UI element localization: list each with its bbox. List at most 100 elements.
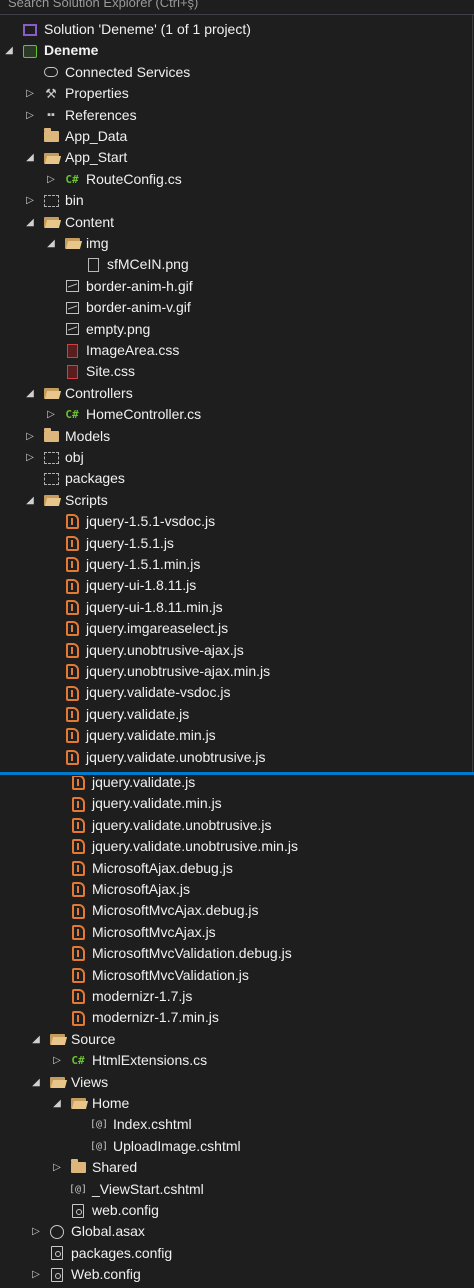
tree-item[interactable]: ◢ Scripts [0, 490, 472, 511]
tree-item-label: web.config [92, 1202, 159, 1218]
tree-item[interactable]: ◢ Deneme [0, 40, 472, 61]
collapse-arrow-icon[interactable]: ▷ [30, 1264, 42, 1285]
tree-item[interactable]: MicrosoftAjax.js [0, 879, 474, 900]
tree-item[interactable]: border-anim-v.gif [0, 297, 472, 318]
tree-item[interactable]: ◢ Source [0, 1029, 474, 1050]
tree-item-label: MicrosoftMvcAjax.debug.js [92, 902, 259, 919]
expand-arrow-icon[interactable]: ◢ [24, 383, 36, 404]
tree-item-label: jquery.validate.min.js [86, 727, 216, 744]
tree-item[interactable]: jquery.unobtrusive-ajax.min.js [0, 661, 472, 682]
cshtml-file-icon: [@] [89, 1140, 109, 1152]
tree-item[interactable]: MicrosoftMvcAjax.js [0, 922, 474, 943]
tree-item[interactable]: jquery-1.5.1.min.js [0, 554, 472, 575]
tree-item[interactable]: ◢ Home [0, 1093, 474, 1114]
tree-item[interactable]: jquery.validate.unobtrusive.min.js [0, 836, 474, 857]
collapse-arrow-icon[interactable]: ▷ [51, 1050, 63, 1071]
search-placeholder: Search Solution Explorer (Ctrl+ş) [8, 0, 199, 10]
tree-item[interactable]: ◢ Content [0, 212, 472, 233]
image-file-icon [63, 297, 81, 318]
tree-item[interactable]: MicrosoftAjax.debug.js [0, 858, 474, 879]
cshtml-file-icon: [@] [68, 1183, 88, 1195]
tree-item[interactable]: ◢ Views [0, 1072, 474, 1093]
tree-item[interactable]: jquery-ui-1.8.11.js [0, 575, 472, 596]
tree-item[interactable]: jquery-1.5.1.js [0, 533, 472, 554]
tree-item[interactable]: jquery.validate.js [0, 776, 474, 793]
tree-item[interactable]: jquery.validate.js [0, 704, 472, 725]
js-file-icon [69, 986, 87, 1007]
folder-dashed-icon [42, 190, 60, 211]
tree-item[interactable]: MicrosoftMvcValidation.js [0, 965, 474, 986]
tree-item[interactable]: jquery.validate.unobtrusive.js [0, 815, 474, 836]
tree-item[interactable]: [@] _ViewStart.cshtml [0, 1179, 474, 1200]
tree-item[interactable]: ▷ Web.config [0, 1264, 474, 1285]
tree-item[interactable]: ▷ C# RouteConfig.cs [0, 169, 472, 190]
expand-arrow-icon[interactable]: ◢ [3, 40, 15, 61]
collapse-arrow-icon[interactable]: ▷ [24, 447, 36, 468]
tree-item[interactable]: ▷ C# HtmlExtensions.cs [0, 1050, 474, 1071]
tree-item[interactable]: App_Data [0, 126, 472, 147]
expand-arrow-icon[interactable]: ◢ [24, 212, 36, 233]
tree-item[interactable]: jquery-ui-1.8.11.min.js [0, 597, 472, 618]
tree-item[interactable]: web.config [0, 1200, 474, 1221]
js-file-icon [69, 776, 87, 793]
collapse-arrow-icon[interactable]: ▷ [24, 105, 36, 126]
tree-item[interactable]: ◢ img [0, 233, 472, 254]
tree-item[interactable]: ImageArea.css [0, 340, 472, 361]
tree-item[interactable]: jquery.validate.unobtrusive.js [0, 747, 472, 768]
tree-item[interactable]: ▷ ▪▪ References [0, 105, 472, 126]
csharp-file-icon: C# [65, 172, 79, 186]
tree-item[interactable]: ▷ C# HomeController.cs [0, 404, 472, 425]
expand-arrow-icon[interactable]: ◢ [51, 1093, 63, 1114]
collapse-arrow-icon[interactable]: ▷ [51, 1157, 63, 1178]
tree-item[interactable]: jquery.imgareaselect.js [0, 618, 472, 639]
collapse-arrow-icon[interactable]: ▷ [45, 404, 57, 425]
search-box[interactable]: Search Solution Explorer (Ctrl+ş) [0, 0, 474, 15]
tree-item[interactable]: Solution 'Deneme' (1 of 1 project) [0, 19, 472, 40]
collapse-arrow-icon[interactable]: ▷ [24, 190, 36, 211]
expand-arrow-icon[interactable]: ◢ [45, 233, 57, 254]
tree-item[interactable]: empty.png [0, 319, 472, 340]
tree-item[interactable]: jquery.validate.min.js [0, 725, 472, 746]
tree-item[interactable]: MicrosoftMvcValidation.debug.js [0, 943, 474, 964]
tree-item[interactable]: [@] UploadImage.cshtml [0, 1136, 474, 1157]
collapse-arrow-icon[interactable]: ▷ [24, 83, 36, 104]
tree-item[interactable]: modernizr-1.7.js [0, 986, 474, 1007]
tree-item[interactable]: sfMCeIN.png [0, 254, 472, 275]
tree-item-label: jquery.validate.unobtrusive.min.js [92, 838, 298, 855]
tree-item[interactable]: ▷ Global.asax [0, 1221, 474, 1242]
collapse-arrow-icon[interactable]: ▷ [30, 1221, 42, 1242]
expand-arrow-icon[interactable]: ◢ [24, 147, 36, 168]
tree-item[interactable]: jquery.validate.min.js [0, 793, 474, 814]
tree-item[interactable]: packages [0, 468, 472, 489]
tree-item[interactable]: jquery.unobtrusive-ajax.js [0, 640, 472, 661]
expand-arrow-icon[interactable]: ◢ [30, 1072, 42, 1093]
tree-item[interactable]: jquery-1.5.1-vsdoc.js [0, 511, 472, 532]
tree-item-label: Global.asax [71, 1223, 145, 1240]
tree-item[interactable]: MicrosoftMvcAjax.debug.js [0, 900, 474, 921]
collapse-arrow-icon[interactable]: ▷ [24, 426, 36, 447]
tree-item[interactable]: jquery.validate-vsdoc.js [0, 682, 472, 703]
expand-arrow-icon[interactable]: ◢ [30, 1029, 42, 1050]
tree-item-label: jquery.validate.js [92, 776, 196, 790]
solution-explorer-tree-top[interactable]: Solution 'Deneme' (1 of 1 project) ◢ Denem… [0, 15, 473, 774]
tree-item[interactable]: Connected Services [0, 62, 472, 83]
tree-item[interactable]: Site.css [0, 361, 472, 382]
tree-item[interactable]: ▷ Models [0, 426, 472, 447]
tree-item[interactable]: ▷ obj [0, 447, 472, 468]
js-file-icon [63, 640, 81, 661]
tree-item[interactable]: ▷ Shared [0, 1157, 474, 1178]
tree-item-label: HomeController.cs [86, 406, 202, 423]
tree-item[interactable]: border-anim-h.gif [0, 276, 472, 297]
tree-item-label: Scripts [65, 491, 108, 508]
solution-explorer-tree-bottom[interactable]: jquery.validate.js jquery.validate.min.js… [0, 776, 474, 1288]
tree-item[interactable]: ▷ bin [0, 190, 472, 211]
tree-item[interactable]: packages.config [0, 1243, 474, 1264]
tree-item[interactable]: ◢ Controllers [0, 383, 472, 404]
expand-arrow-icon[interactable]: ◢ [24, 490, 36, 511]
tree-item[interactable]: [@] Index.cshtml [0, 1114, 474, 1135]
tree-item-label: border-anim-v.gif [86, 299, 191, 316]
tree-item[interactable]: modernizr-1.7.min.js [0, 1007, 474, 1028]
collapse-arrow-icon[interactable]: ▷ [45, 169, 57, 190]
tree-item[interactable]: ▷ ⚒ Properties [0, 83, 472, 104]
tree-item[interactable]: ◢ App_Start [0, 147, 472, 168]
